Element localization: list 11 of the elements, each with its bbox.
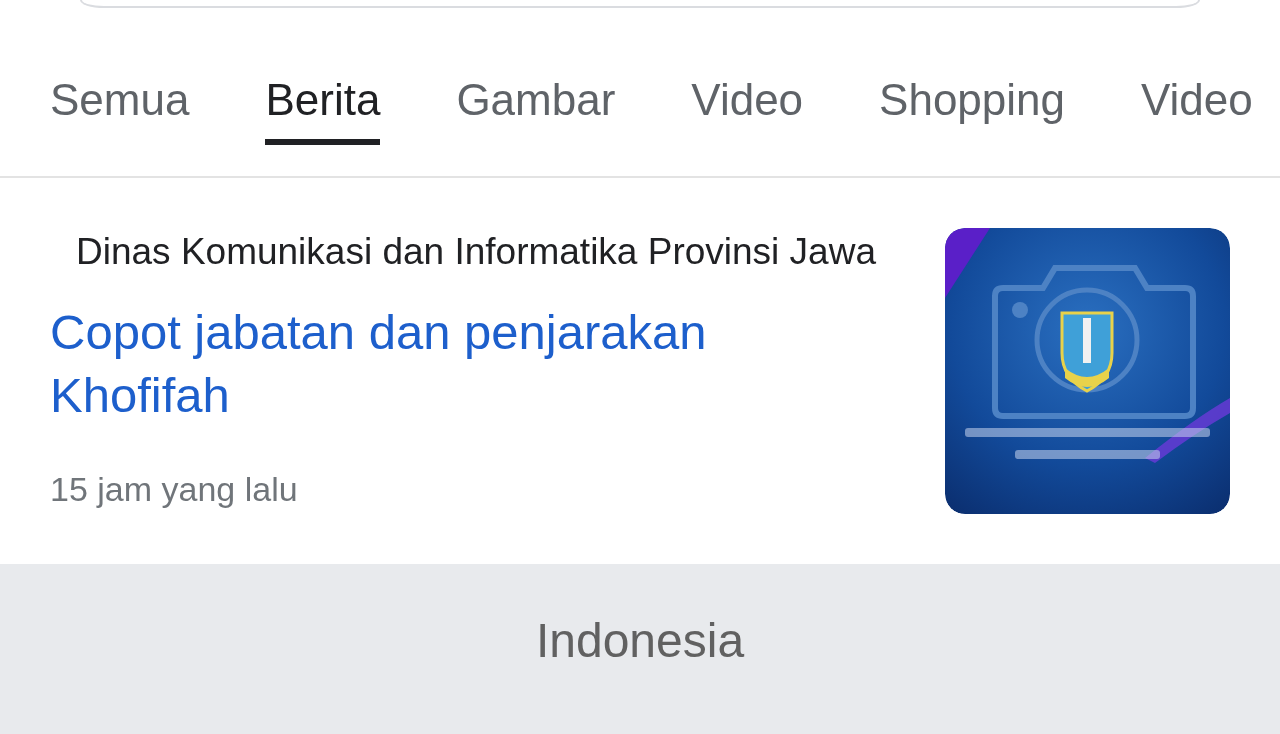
tab[interactable]: Berita — [265, 75, 381, 145]
news-source: Dinas Komunikasi dan Informatika Provinsi Jawa — [75, 232, 876, 272]
news-headline-link[interactable]: Copot jabatan dan penjarakan Khofifah — [50, 301, 790, 427]
tab[interactable]: Gambar — [456, 75, 616, 145]
tab[interactable]: Video — [691, 75, 804, 145]
location-label: Indonesia — [535, 617, 745, 665]
search-field[interactable] — [80, 0, 1200, 8]
tab[interactable]: Video — [1141, 75, 1253, 145]
tab[interactable]: Semua — [50, 75, 190, 145]
news-time: 15 jam yang lalu — [50, 469, 298, 509]
tab[interactable]: Shopping — [879, 75, 1066, 145]
